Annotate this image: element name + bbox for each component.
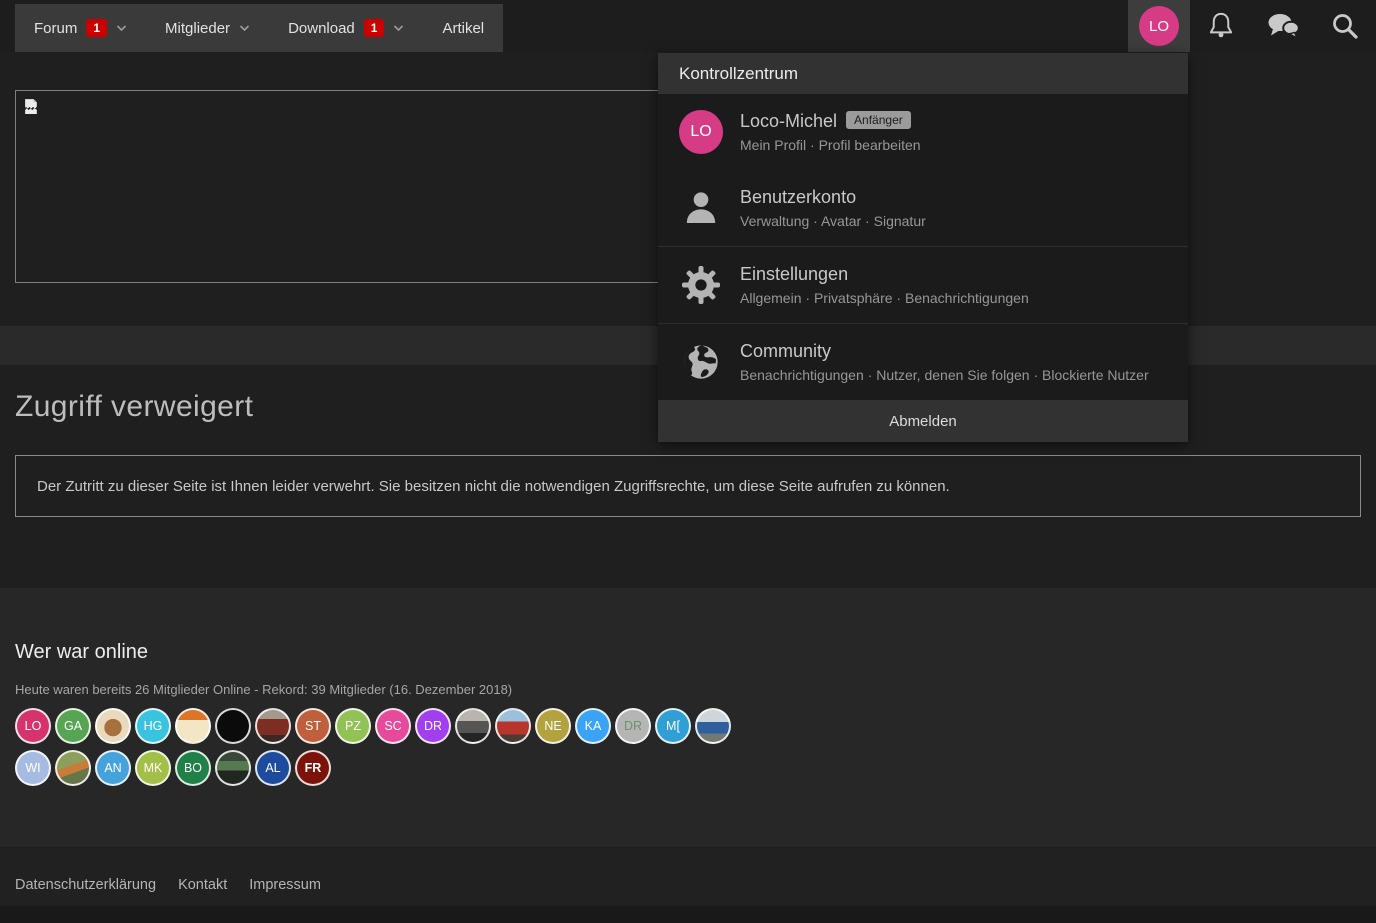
member-avatar-ka[interactable]: KA [575, 708, 611, 744]
member-avatar-wi[interactable]: WI [15, 750, 51, 786]
user-menu-button[interactable]: LO [1128, 0, 1190, 52]
nav-item-download[interactable]: Download 1 [269, 4, 423, 52]
section-links: Allgemein · Privatsphäre · Benachrichtig… [740, 290, 1029, 306]
orange-document-avatar[interactable] [175, 708, 211, 744]
profile-link[interactable]: Profil bearbeiten [819, 137, 921, 153]
chevron-down-icon [239, 24, 250, 31]
user-links: Mein Profil · Profil bearbeiten [740, 137, 921, 153]
notifications-button[interactable] [1190, 0, 1252, 52]
nav-right: LO [1128, 0, 1376, 52]
who-was-online-meta: Heute waren bereits 26 Mitglieder Online… [15, 682, 513, 697]
member-avatar-mk[interactable]: MK [135, 750, 171, 786]
online-row-2: WI AN MK BO AL FR [15, 750, 1361, 786]
section-link[interactable]: Blockierte Nutzer [1042, 367, 1149, 383]
steam-locomotive-photo-avatar[interactable] [455, 708, 491, 744]
online-row-1: LO GA HG ST PZ SC DR NE KA DR M[ [15, 708, 1361, 744]
nav-item-mitglieder[interactable]: Mitglieder [146, 4, 269, 52]
dropdown-header: Kontrollzentrum [658, 53, 1188, 94]
section-link[interactable]: Allgemein [740, 290, 801, 306]
dropdown-section-einstellungen: Einstellungen Allgemein · Privatsphäre · … [658, 246, 1188, 323]
nav-menu: Forum 1 Mitglieder Download 1 Artikel [15, 4, 504, 52]
nav-item-label: Download [288, 19, 355, 37]
dropdown-user-item[interactable]: LO Loco-Michel Anfänger Mein Profil · Pro… [658, 94, 1188, 170]
dropdown-section-community: Community Benachrichtigungen · Nutzer, de… [658, 323, 1188, 400]
member-avatar-al[interactable]: AL [255, 750, 291, 786]
red-railcar-photo-avatar[interactable] [255, 708, 291, 744]
dropdown-section-benutzerkonto: Benutzerkonto Verwaltung · Avatar · Signa… [658, 170, 1188, 246]
who-was-online-title: Wer war online [15, 641, 149, 663]
section-link[interactable]: Signatur [874, 213, 926, 229]
member-avatar-m[interactable]: M[ [655, 708, 691, 744]
blue-locomotive-photo-avatar[interactable] [695, 708, 731, 744]
rank-badge: Anfänger [846, 111, 911, 129]
page-title: Zugriff verweigert [15, 390, 254, 423]
control-center-dropdown: Kontrollzentrum LO Loco-Michel Anfänger M… [658, 53, 1188, 442]
section-link[interactable]: Privatsphäre [814, 290, 893, 306]
footer-link-kontakt[interactable]: Kontakt [178, 877, 227, 893]
logout-button[interactable]: Abmelden [658, 400, 1188, 442]
unread-count-badge: 1 [363, 18, 385, 38]
dropdown-sections: Benutzerkonto Verwaltung · Avatar · Signa… [658, 170, 1188, 400]
nav-item-label: Forum [34, 19, 78, 37]
cartoon-figure-avatar[interactable] [95, 708, 131, 744]
section-link[interactable]: Avatar [821, 213, 861, 229]
broken-image-icon [25, 99, 37, 114]
member-avatar-pz[interactable]: PZ [335, 708, 371, 744]
member-avatar-ne[interactable]: NE [535, 708, 571, 744]
who-was-online-section: Wer war online Heute waren bereits 26 Mi… [0, 588, 1376, 845]
unread-count-badge: 1 [86, 18, 108, 38]
user-avatar: LO [679, 110, 723, 154]
page-footer: Datenschutzerklärung Kontakt Impressum [0, 845, 1376, 923]
section-title[interactable]: Benutzerkonto [740, 187, 926, 208]
section-link[interactable]: Benachrichtigungen [740, 367, 864, 383]
section-title[interactable]: Community [740, 341, 1149, 362]
search-icon [1333, 14, 1358, 39]
member-avatar-dr[interactable]: DR [415, 708, 451, 744]
footer-bottom-strip [0, 906, 1376, 923]
member-avatar-ga[interactable]: GA [55, 708, 91, 744]
access-denied-message: Der Zutritt zu dieser Seite ist Ihnen le… [37, 477, 950, 495]
top-bar: Forum 1 Mitglieder Download 1 Artikel LO [0, 0, 1376, 52]
globe-icon [679, 340, 723, 384]
user-silhouette-icon [679, 186, 723, 230]
bell-icon [1209, 12, 1233, 38]
section-link[interactable]: Benachrichtigungen [905, 290, 1029, 306]
member-avatar-an[interactable]: AN [95, 750, 131, 786]
nav-item-label: Artikel [442, 19, 485, 37]
chevron-down-icon [116, 24, 127, 31]
green-bridge-photo-avatar[interactable] [215, 750, 251, 786]
gear-icon [679, 263, 723, 307]
footer-links: Datenschutzerklärung Kontakt Impressum [0, 846, 1376, 893]
member-avatar-fr[interactable]: FR [295, 750, 331, 786]
member-avatar-st[interactable]: ST [295, 708, 331, 744]
footer-link-datenschutzerklrung[interactable]: Datenschutzerklärung [15, 877, 156, 893]
black-logo-avatar[interactable] [215, 708, 251, 744]
section-link[interactable]: Nutzer, denen Sie folgen [876, 367, 1029, 383]
access-denied-alert: Der Zutritt zu dieser Seite ist Ihnen le… [15, 455, 1361, 517]
chevron-down-icon [394, 24, 404, 31]
user-avatar: LO [1139, 6, 1179, 46]
nav-item-artikel[interactable]: Artikel [423, 4, 503, 52]
footer-link-impressum[interactable]: Impressum [249, 877, 321, 893]
section-title[interactable]: Einstellungen [740, 264, 1029, 285]
profile-link[interactable]: Mein Profil [740, 137, 806, 153]
search-button[interactable] [1314, 0, 1376, 52]
section-links: Benachrichtigungen · Nutzer, denen Sie f… [740, 367, 1149, 383]
model-railway-diorama-avatar[interactable] [55, 750, 91, 786]
section-links: Verwaltung · Avatar · Signatur [740, 213, 926, 229]
member-avatar-lo[interactable]: LO [15, 708, 51, 744]
member-avatar-sc[interactable]: SC [375, 708, 411, 744]
user-name[interactable]: Loco-Michel [740, 111, 837, 131]
member-avatar-dr[interactable]: DR [615, 708, 651, 744]
member-avatar-hg[interactable]: HG [135, 708, 171, 744]
conversations-button[interactable] [1252, 0, 1314, 52]
nav-item-label: Mitglieder [165, 19, 231, 37]
chat-bubbles-icon [1268, 14, 1300, 40]
nav-item-forum[interactable]: Forum 1 [15, 4, 146, 52]
red-diesel-locomotive-photo-avatar[interactable] [495, 708, 531, 744]
section-link[interactable]: Verwaltung [740, 213, 809, 229]
member-avatar-bo[interactable]: BO [175, 750, 211, 786]
